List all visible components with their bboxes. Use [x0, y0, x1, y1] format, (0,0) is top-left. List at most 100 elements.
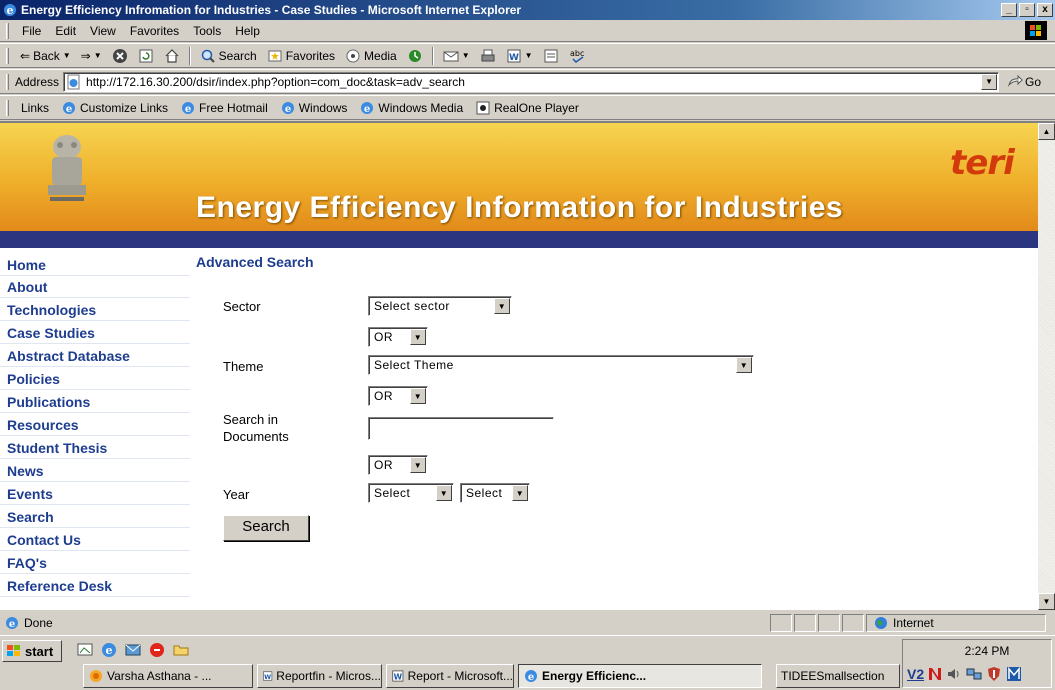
sector-select[interactable]: Select sector ▼	[368, 296, 512, 316]
year-from-select[interactable]: Select ▼	[368, 483, 454, 503]
page-title: Advanced Search	[196, 254, 314, 270]
tray-v2-icon[interactable]: V2	[907, 666, 924, 682]
internet-explorer-icon[interactable]: e	[100, 641, 118, 659]
nav-home[interactable]: Home	[0, 254, 190, 276]
window-title-bar[interactable]: e Energy Efficiency Infromation for Indu…	[0, 0, 1055, 20]
nav-contact-us[interactable]: Contact Us	[0, 529, 190, 551]
home-button[interactable]	[159, 48, 185, 64]
scroll-up-icon[interactable]: ▲	[1038, 123, 1055, 140]
nav-about[interactable]: About	[0, 276, 190, 298]
volume-icon[interactable]	[946, 666, 962, 682]
chevron-down-icon[interactable]: ▼	[410, 457, 426, 473]
task-reportfin[interactable]: W Reportfin - Micros...	[257, 664, 382, 688]
theme-select[interactable]: Select Theme ▼	[368, 355, 754, 375]
menu-view[interactable]: View	[83, 24, 123, 38]
search-button-toolbar[interactable]: Search	[195, 48, 262, 64]
chevron-down-icon[interactable]: ▼	[410, 388, 426, 404]
nav-events[interactable]: Events	[0, 483, 190, 505]
nav-resources[interactable]: Resources	[0, 414, 190, 436]
page-viewport[interactable]: Energy Efficiency Information for Indust…	[0, 121, 1055, 610]
scroll-down-icon[interactable]: ▼	[1038, 593, 1055, 610]
favorites-button[interactable]: Favorites	[262, 48, 340, 64]
nav-case-studies[interactable]: Case Studies	[0, 322, 190, 344]
link-windows-media[interactable]: e Windows Media	[353, 100, 469, 116]
menu-help[interactable]: Help	[228, 24, 267, 38]
search-submit-button[interactable]: Search	[223, 515, 309, 541]
nav-reference-desk[interactable]: Reference Desk	[0, 575, 190, 597]
media-button[interactable]: Media	[340, 48, 402, 64]
teri-logo[interactable]: teri	[950, 143, 1015, 183]
svg-text:e: e	[7, 4, 14, 17]
nav-search[interactable]: Search	[0, 506, 190, 528]
sidebar: Home About Technologies Case Studies Abs…	[0, 248, 192, 610]
edit-dropdown-icon[interactable]: ▼	[525, 51, 533, 60]
opera-icon[interactable]	[148, 641, 166, 659]
chevron-down-icon[interactable]: ▼	[494, 298, 510, 314]
show-desktop-icon[interactable]	[76, 641, 94, 659]
mail-dropdown-icon[interactable]: ▼	[462, 51, 470, 60]
year-to-select[interactable]: Select ▼	[460, 483, 530, 503]
norton-antivirus-icon[interactable]	[928, 666, 942, 682]
word-document-icon: W	[263, 671, 273, 681]
task-energy-efficiency[interactable]: e Energy Efficienc...	[518, 664, 762, 688]
go-button[interactable]: Go	[1007, 74, 1041, 89]
print-button[interactable]	[475, 48, 501, 64]
mail-button[interactable]: ▼	[438, 48, 475, 64]
spell-check-button[interactable]: abc	[564, 48, 592, 64]
window-title: Energy Efficiency Infromation for Indust…	[21, 3, 522, 17]
nav-policies[interactable]: Policies	[0, 368, 190, 390]
link-realone-player[interactable]: RealOne Player	[469, 100, 585, 116]
address-dropdown-icon[interactable]: ▼	[981, 73, 998, 90]
nav-publications[interactable]: Publications	[0, 391, 190, 413]
operator-select-2[interactable]: OR ▼	[368, 386, 428, 406]
nav-abstract-database[interactable]: Abstract Database	[0, 345, 190, 367]
task-report[interactable]: W Report - Microsoft...	[386, 664, 514, 688]
mcafee-icon[interactable]	[1006, 666, 1022, 682]
chevron-down-icon[interactable]: ▼	[410, 329, 426, 345]
forward-button[interactable]: ⇒ ▼	[76, 49, 107, 63]
nav-technologies[interactable]: Technologies	[0, 299, 190, 321]
minimize-button[interactable]: _	[1001, 3, 1017, 17]
operator-select-3[interactable]: OR ▼	[368, 455, 428, 475]
menu-edit[interactable]: Edit	[48, 24, 83, 38]
close-button[interactable]: x	[1037, 3, 1053, 17]
nav-faqs[interactable]: FAQ's	[0, 552, 190, 574]
chevron-down-icon[interactable]: ▼	[436, 485, 452, 501]
start-label: start	[25, 643, 54, 659]
task-tideesmallsection[interactable]: TIDEESmallsection	[776, 664, 900, 688]
outlook-icon[interactable]	[124, 641, 142, 659]
history-button[interactable]	[402, 48, 428, 64]
address-input[interactable]: http://172.16.30.200/dsir/index.php?opti…	[63, 71, 1000, 92]
nav-student-thesis[interactable]: Student Thesis	[0, 437, 190, 459]
security-shield-icon[interactable]	[986, 666, 1002, 682]
vertical-scrollbar[interactable]: ▲ ▼	[1038, 123, 1055, 610]
search-documents-input[interactable]	[368, 417, 554, 440]
back-button[interactable]: ⇐ Back ▼	[15, 49, 76, 63]
link-customize-links[interactable]: e Customize Links	[55, 100, 174, 116]
network-icon[interactable]	[966, 666, 982, 682]
nav-news[interactable]: News	[0, 460, 190, 482]
address-url[interactable]: http://172.16.30.200/dsir/index.php?opti…	[86, 75, 465, 89]
task-varsha-asthana[interactable]: Varsha Asthana - ...	[83, 664, 253, 688]
favorites-icon	[268, 50, 282, 61]
refresh-button[interactable]	[133, 48, 159, 64]
link-windows[interactable]: e Windows	[274, 100, 354, 116]
forward-dropdown-icon[interactable]: ▼	[94, 51, 102, 60]
start-button[interactable]: start	[2, 640, 62, 662]
discuss-button[interactable]	[538, 48, 564, 64]
chevron-down-icon[interactable]: ▼	[512, 485, 528, 501]
menu-tools[interactable]: Tools	[186, 24, 228, 38]
folder-icon[interactable]	[172, 641, 190, 659]
link-free-hotmail[interactable]: e Free Hotmail	[174, 100, 274, 116]
menu-file[interactable]: File	[15, 24, 48, 38]
back-dropdown-icon[interactable]: ▼	[63, 51, 71, 60]
chevron-down-icon[interactable]: ▼	[736, 357, 752, 373]
menu-favorites[interactable]: Favorites	[123, 24, 186, 38]
clock[interactable]: 2:24 PM	[903, 644, 1051, 658]
operator-select-1[interactable]: OR ▼	[368, 327, 428, 347]
stop-button[interactable]	[107, 48, 133, 64]
edit-button[interactable]: W ▼	[501, 48, 538, 64]
maximize-button[interactable]: ▫	[1019, 3, 1035, 17]
security-zone[interactable]: Internet	[866, 614, 1046, 632]
svg-text:W: W	[394, 672, 403, 681]
